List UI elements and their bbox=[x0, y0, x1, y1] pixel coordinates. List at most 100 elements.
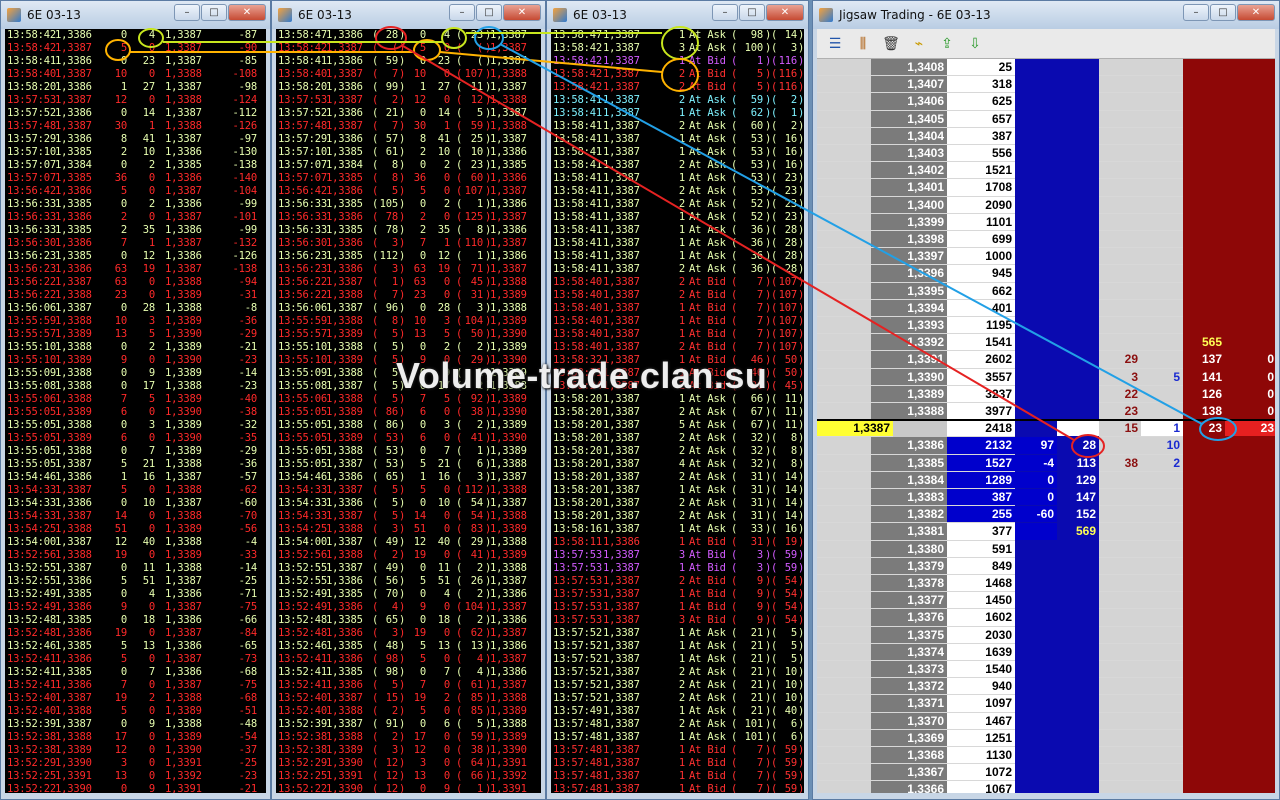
dom-row[interactable]: 1,3406 625 bbox=[817, 93, 1275, 111]
minimize-button[interactable]: – bbox=[174, 4, 200, 21]
dom-row[interactable]: 1,3402 1521 bbox=[817, 162, 1275, 180]
title-bar[interactable]: Jigsaw Trading - 6E 03-13 – □ ✕ bbox=[813, 1, 1279, 29]
dom-cell[interactable] bbox=[1183, 592, 1225, 610]
dom-cell[interactable] bbox=[1141, 592, 1183, 610]
dom-cell[interactable] bbox=[1225, 196, 1275, 214]
dom-cell[interactable]: 1097 bbox=[947, 695, 1015, 713]
dom-cell[interactable] bbox=[1099, 695, 1141, 713]
dom-cell[interactable]: 1289 bbox=[947, 471, 1015, 489]
dom-cell[interactable] bbox=[1057, 127, 1099, 145]
dom-cell[interactable]: 945 bbox=[947, 265, 1015, 283]
dom-row[interactable]: 1,3389 3237 22 126 0 bbox=[817, 385, 1275, 403]
export-icon[interactable]: ⇪ bbox=[935, 33, 959, 55]
dom-cell[interactable] bbox=[817, 93, 871, 111]
dom-cell[interactable]: 1527 bbox=[947, 454, 1015, 472]
dom-cell[interactable] bbox=[1183, 454, 1225, 472]
dom-cell[interactable] bbox=[1141, 213, 1183, 231]
dom-cell[interactable] bbox=[1183, 265, 1225, 283]
dom-cell[interactable] bbox=[1057, 575, 1099, 593]
dom-cell[interactable] bbox=[1141, 179, 1183, 197]
dom-cell[interactable] bbox=[1015, 127, 1057, 145]
dom-cell[interactable]: 1,3368 bbox=[871, 747, 947, 765]
dom-cell[interactable] bbox=[1225, 643, 1275, 661]
dom-cell[interactable] bbox=[1015, 575, 1057, 593]
dom-cell[interactable]: 1,3370 bbox=[871, 712, 947, 730]
dom-cell[interactable] bbox=[1141, 265, 1183, 283]
dom-cell[interactable] bbox=[817, 489, 871, 507]
dom-cell[interactable] bbox=[1183, 471, 1225, 489]
dom-cell[interactable] bbox=[1015, 317, 1057, 335]
dom-cell[interactable] bbox=[1057, 747, 1099, 765]
dom-cell[interactable]: 1,3405 bbox=[871, 110, 947, 128]
dom-cell[interactable] bbox=[1183, 712, 1225, 730]
dom-cell[interactable]: 1000 bbox=[947, 248, 1015, 266]
dom-cell[interactable]: 129 bbox=[1057, 471, 1099, 489]
dom-cell[interactable] bbox=[1183, 231, 1225, 249]
jigsaw-dom-window[interactable]: Jigsaw Trading - 6E 03-13 – □ ✕ ☰ ⫼ 🗑 ⌁ … bbox=[812, 0, 1280, 800]
dom-cell[interactable] bbox=[1057, 781, 1099, 793]
dom-cell[interactable] bbox=[1183, 179, 1225, 197]
dom-cell[interactable] bbox=[1015, 420, 1057, 438]
dom-row[interactable]: 1,3371 1097 bbox=[817, 695, 1275, 713]
dom-cell[interactable] bbox=[1099, 678, 1141, 696]
dom-cell[interactable] bbox=[1183, 557, 1225, 575]
dom-cell[interactable] bbox=[1099, 747, 1141, 765]
dom-cell[interactable] bbox=[1057, 764, 1099, 782]
dom-row[interactable]: 1,3394 401 bbox=[817, 299, 1275, 317]
dom-cell[interactable] bbox=[1057, 282, 1099, 300]
dom-cell[interactable] bbox=[817, 179, 871, 197]
dom-cell[interactable] bbox=[1141, 557, 1183, 575]
dom-cell[interactable] bbox=[1225, 678, 1275, 696]
dom-cell[interactable]: 699 bbox=[947, 231, 1015, 249]
dom-cell[interactable] bbox=[1015, 110, 1057, 128]
dom-cell[interactable] bbox=[1057, 695, 1099, 713]
dom-row[interactable]: 1,3391 2602 29 137 0 bbox=[817, 351, 1275, 369]
dom-row[interactable]: 1,3368 1130 bbox=[817, 747, 1275, 765]
dom-cell[interactable] bbox=[1057, 299, 1099, 317]
dom-cell[interactable] bbox=[1141, 93, 1183, 111]
dom-row[interactable]: 1,3408 25 bbox=[817, 59, 1275, 77]
dom-cell[interactable] bbox=[1099, 162, 1141, 180]
dom-cell[interactable] bbox=[1225, 609, 1275, 627]
dom-cell[interactable] bbox=[1183, 661, 1225, 679]
dom-cell[interactable] bbox=[1183, 643, 1225, 661]
dom-cell[interactable] bbox=[1225, 471, 1275, 489]
dom-cell[interactable]: 569 bbox=[1057, 523, 1099, 541]
dom-cell[interactable] bbox=[1015, 145, 1057, 163]
dom-cell[interactable] bbox=[1225, 282, 1275, 300]
dom-cell[interactable] bbox=[1057, 712, 1099, 730]
dom-cell[interactable] bbox=[1057, 420, 1099, 438]
dom-cell[interactable]: 1468 bbox=[947, 575, 1015, 593]
dom-cell[interactable] bbox=[1057, 231, 1099, 249]
dom-cell[interactable] bbox=[1099, 76, 1141, 94]
dom-cell[interactable] bbox=[1225, 575, 1275, 593]
dom-cell[interactable] bbox=[817, 643, 871, 661]
close-button[interactable]: ✕ bbox=[766, 4, 804, 21]
dom-cell[interactable] bbox=[1183, 76, 1225, 94]
dom-cell[interactable]: 2132 bbox=[947, 437, 1015, 455]
dom-cell[interactable] bbox=[1015, 661, 1057, 679]
dom-cell[interactable]: 556 bbox=[947, 145, 1015, 163]
dom-row[interactable]: 1,3388 3977 23 138 0 bbox=[817, 403, 1275, 421]
dom-cell[interactable]: 97 bbox=[1015, 437, 1057, 455]
dom-cell[interactable] bbox=[1015, 282, 1057, 300]
dom-row[interactable]: 1,3369 1251 bbox=[817, 729, 1275, 747]
dom-cell[interactable]: 141 bbox=[1183, 368, 1225, 386]
dom-cell[interactable] bbox=[1057, 592, 1099, 610]
dom-cell[interactable]: 3557 bbox=[947, 368, 1015, 386]
dom-cell[interactable] bbox=[817, 231, 871, 249]
time-and-sales-list[interactable]: 13:58:47 1,3387 1 At Ask(98)(14) 13:58:42 1,3… bbox=[551, 29, 804, 793]
dom-cell[interactable] bbox=[1099, 213, 1141, 231]
dom-cell[interactable]: 849 bbox=[947, 557, 1015, 575]
dom-cell[interactable] bbox=[1183, 695, 1225, 713]
minimize-button[interactable]: – bbox=[449, 4, 475, 21]
dom-cell[interactable] bbox=[817, 712, 871, 730]
dom-cell[interactable] bbox=[1183, 93, 1225, 111]
dom-cell[interactable]: 387 bbox=[947, 127, 1015, 145]
title-bar[interactable]: 6E 03-13 – □ ✕ bbox=[1, 1, 270, 29]
dom-cell[interactable]: 1101 bbox=[947, 213, 1015, 231]
dom-cell[interactable]: 137 bbox=[1183, 351, 1225, 369]
dom-cell[interactable] bbox=[817, 76, 871, 94]
dom-cell[interactable] bbox=[1057, 93, 1099, 111]
dom-cell[interactable] bbox=[1225, 540, 1275, 558]
